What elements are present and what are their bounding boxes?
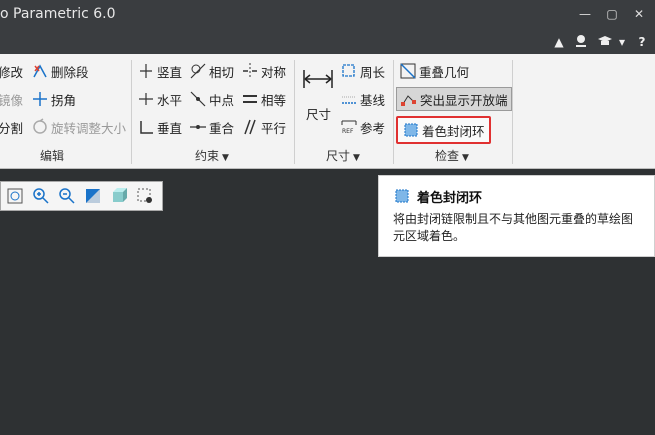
horizontal-constraint-button[interactable]: 水平 bbox=[137, 88, 182, 110]
refit-icon[interactable] bbox=[5, 186, 25, 206]
delete-segment-button[interactable]: 删除段 bbox=[31, 60, 89, 82]
highlight-open-ends-icon bbox=[400, 90, 418, 108]
dimension-group: 尺寸 周长 基线 REF 参考 尺寸 ▼ bbox=[296, 58, 392, 166]
symmetric-constraint-button[interactable]: 对称 bbox=[241, 60, 286, 82]
overlap-geometry-label: 重叠几何 bbox=[419, 64, 470, 80]
shade-closed-loops-label: 着色封闭环 bbox=[422, 123, 485, 139]
coincident-constraint-button[interactable]: 重合 bbox=[189, 116, 234, 138]
ribbon: 修改 删除段 镜像 拐角 分割 旋转调整大小 编辑 竖直 相切 对称 水平 中点… bbox=[0, 54, 655, 169]
shade-closed-loops-icon bbox=[402, 121, 420, 139]
zoom-out-icon[interactable] bbox=[57, 186, 77, 206]
zoom-in-icon[interactable] bbox=[31, 186, 51, 206]
equal-label: 相等 bbox=[261, 92, 287, 108]
inspect-group-label[interactable]: 检查 ▼ bbox=[435, 147, 469, 164]
vertical-label: 竖直 bbox=[157, 64, 183, 80]
corner-icon bbox=[31, 90, 49, 108]
dimension-icon bbox=[302, 68, 334, 93]
baseline-icon bbox=[340, 90, 358, 108]
highlight-open-ends-button[interactable]: 突出显示开放端 bbox=[396, 87, 512, 111]
view-toolbar bbox=[0, 181, 163, 211]
baseline-dimension-button[interactable]: 基线 bbox=[340, 88, 385, 110]
symmetric-icon bbox=[241, 62, 259, 80]
tangent-icon bbox=[189, 62, 207, 80]
inspect-group: 重叠几何 突出显示开放端 着色封闭环 检查 ▼ bbox=[395, 58, 515, 166]
group-divider bbox=[393, 60, 394, 164]
equal-constraint-button[interactable]: 相等 bbox=[241, 88, 286, 110]
group-divider bbox=[512, 60, 513, 164]
rotate-resize-label: 旋转调整大小 bbox=[51, 120, 127, 136]
vertical-constraint-button[interactable]: 竖直 bbox=[137, 60, 182, 82]
perimeter-icon bbox=[340, 62, 358, 80]
overlap-geometry-button[interactable]: 重叠几何 bbox=[399, 60, 469, 82]
perpendicular-label: 垂直 bbox=[157, 120, 183, 136]
sketch-display-filter-icon[interactable] bbox=[135, 186, 155, 206]
perpendicular-constraint-button[interactable]: 垂直 bbox=[137, 116, 182, 138]
minimize-button[interactable]: — bbox=[574, 4, 596, 24]
learning-dropdown-button[interactable]: ▾ bbox=[616, 33, 628, 51]
shade-closed-loops-button[interactable]: 着色封闭环 bbox=[396, 116, 491, 144]
reference-label: 参考 bbox=[360, 120, 386, 136]
rotate-resize-button[interactable]: 旋转调整大小 bbox=[31, 116, 126, 138]
rotate-resize-icon bbox=[31, 118, 49, 136]
close-button[interactable]: ✕ bbox=[628, 4, 650, 24]
midpoint-label: 中点 bbox=[209, 92, 235, 108]
restore-button[interactable]: ▢ bbox=[601, 4, 623, 24]
horizontal-label: 水平 bbox=[157, 92, 183, 108]
window-title: o Parametric 6.0 bbox=[0, 6, 116, 22]
tooltip-title: 着色封闭环 bbox=[417, 191, 483, 206]
edit-group-label[interactable]: 编辑 bbox=[40, 147, 64, 164]
collapse-ribbon-button[interactable]: ▲ bbox=[552, 33, 566, 51]
repaint-icon[interactable] bbox=[83, 186, 103, 206]
group-divider bbox=[294, 60, 295, 164]
horizontal-icon bbox=[137, 90, 155, 108]
dimension-label: 尺寸 bbox=[306, 107, 332, 122]
divide-label: 分割 bbox=[0, 120, 24, 136]
parallel-label: 平行 bbox=[261, 120, 287, 136]
mirror-button[interactable]: 镜像 bbox=[0, 88, 23, 110]
reference-dimension-button[interactable]: REF 参考 bbox=[340, 116, 385, 138]
highlight-open-ends-label: 突出显示开放端 bbox=[420, 92, 508, 108]
coincident-label: 重合 bbox=[209, 120, 235, 136]
mirror-label: 镜像 bbox=[0, 92, 24, 108]
tangent-constraint-button[interactable]: 相切 bbox=[189, 60, 234, 82]
svg-text:REF: REF bbox=[342, 128, 354, 135]
quick-toolbar: ▲ ▾ ? bbox=[0, 30, 655, 54]
perimeter-label: 周长 bbox=[360, 64, 386, 80]
perpendicular-icon bbox=[137, 118, 155, 136]
modify-label: 修改 bbox=[0, 64, 24, 80]
tooltip: 着色封闭环 将由封闭链限制且不与其他图元重叠的草绘图元区域着色。 bbox=[378, 175, 655, 257]
corner-label: 拐角 bbox=[51, 92, 77, 108]
constrain-group-label[interactable]: 约束 ▼ bbox=[195, 147, 229, 164]
display-style-icon[interactable] bbox=[109, 186, 129, 206]
parallel-icon bbox=[241, 118, 259, 136]
dimension-group-label[interactable]: 尺寸 ▼ bbox=[326, 147, 360, 164]
reference-icon: REF bbox=[340, 118, 358, 136]
midpoint-icon bbox=[189, 90, 207, 108]
user-icon[interactable] bbox=[570, 33, 592, 51]
perimeter-dimension-button[interactable]: 周长 bbox=[340, 60, 385, 82]
baseline-label: 基线 bbox=[360, 92, 386, 108]
group-divider bbox=[131, 60, 132, 164]
parallel-constraint-button[interactable]: 平行 bbox=[241, 116, 286, 138]
coincident-icon bbox=[189, 118, 207, 136]
symmetric-label: 对称 bbox=[261, 64, 287, 80]
vertical-icon bbox=[137, 62, 155, 80]
help-button[interactable]: ? bbox=[634, 33, 650, 51]
delete-segment-label: 删除段 bbox=[51, 64, 89, 80]
dimension-button[interactable]: 尺寸 bbox=[300, 64, 336, 130]
midpoint-constraint-button[interactable]: 中点 bbox=[189, 88, 234, 110]
tooltip-description: 将由封闭链限制且不与其他图元重叠的草绘图元区域着色。 bbox=[393, 212, 634, 243]
divide-button[interactable]: 分割 bbox=[0, 116, 23, 138]
delete-segment-icon bbox=[31, 62, 49, 80]
constrain-group: 竖直 相切 对称 水平 中点 相等 垂直 重合 平行 约束 ▼ bbox=[133, 58, 293, 166]
title-bar: o Parametric 6.0 — ▢ ✕ bbox=[0, 0, 655, 30]
edit-group: 修改 删除段 镜像 拐角 分割 旋转调整大小 编辑 bbox=[0, 58, 130, 166]
modify-button[interactable]: 修改 bbox=[0, 60, 23, 82]
equal-icon bbox=[241, 90, 259, 108]
shade-closed-loops-icon bbox=[393, 187, 411, 205]
learning-icon[interactable] bbox=[596, 33, 614, 51]
corner-button[interactable]: 拐角 bbox=[31, 88, 76, 110]
tangent-label: 相切 bbox=[209, 64, 235, 80]
overlap-geometry-icon bbox=[399, 62, 417, 80]
